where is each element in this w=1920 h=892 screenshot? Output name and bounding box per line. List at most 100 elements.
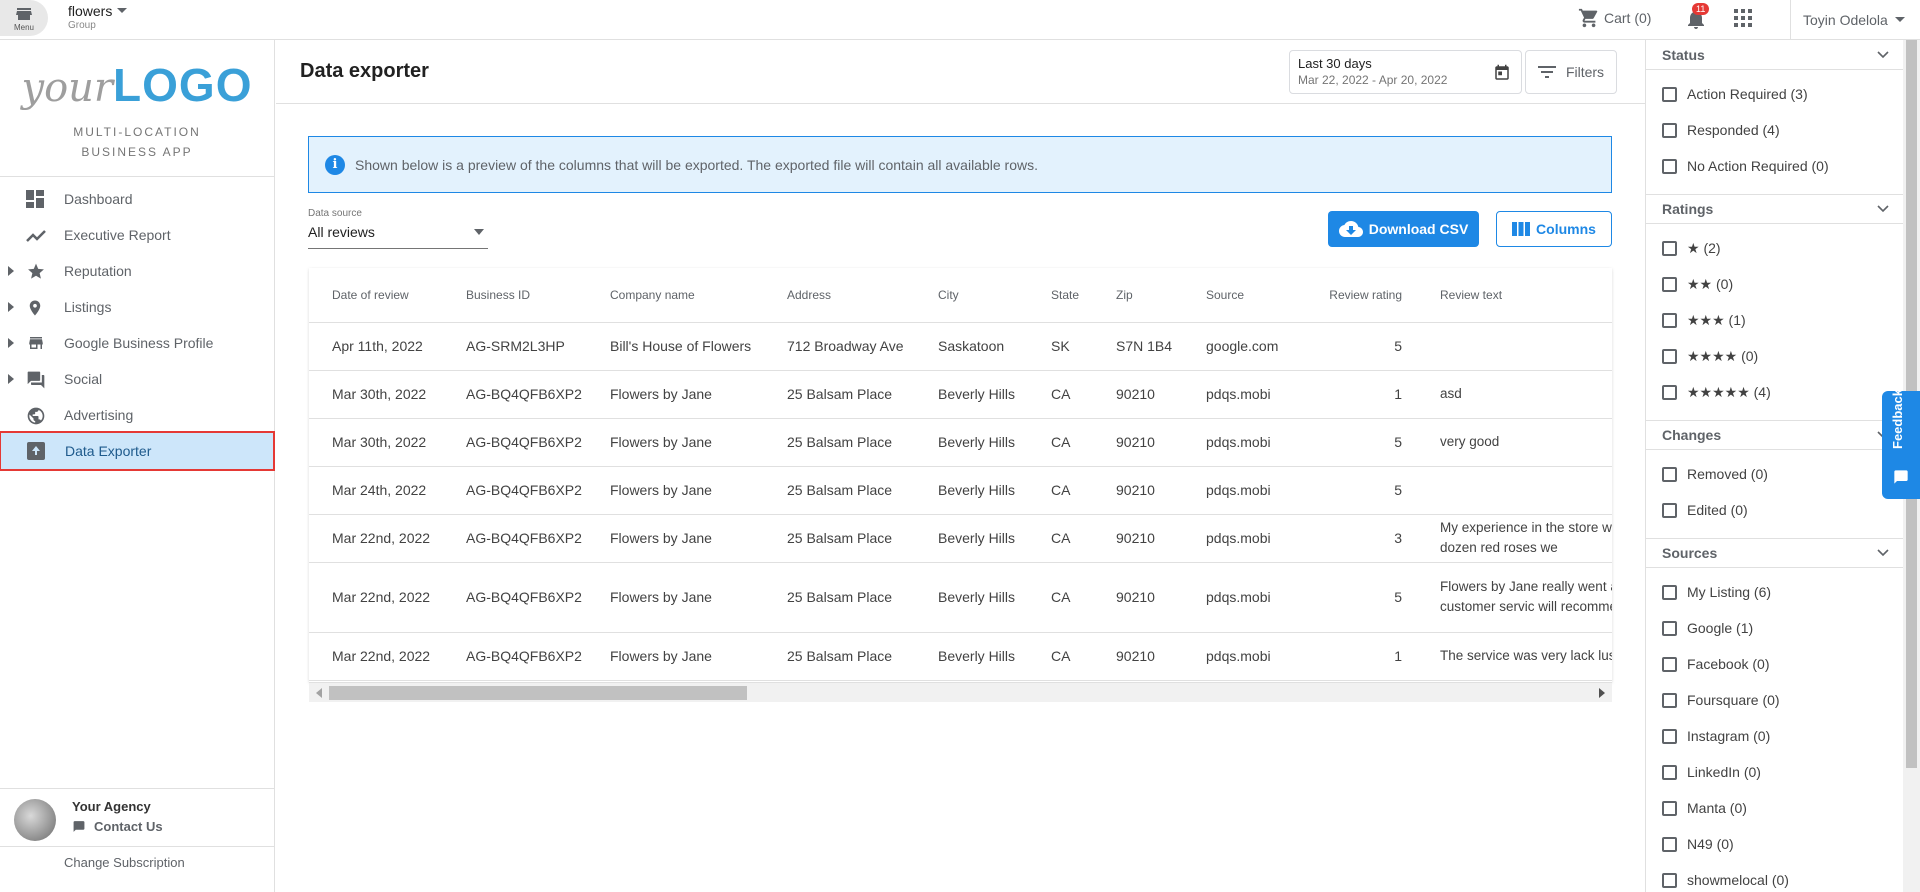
filter-option[interactable]: ★★★ (1) [1646, 302, 1903, 338]
checkbox[interactable] [1662, 656, 1677, 672]
checkbox[interactable] [1662, 872, 1677, 888]
filter-option[interactable]: Removed (0) [1646, 456, 1903, 492]
filter-section-header[interactable]: Changes [1646, 420, 1903, 450]
sidebar-item-social[interactable]: Social [0, 361, 274, 397]
checkbox[interactable] [1662, 764, 1677, 780]
sidebar-item-advertising[interactable]: Advertising [0, 397, 274, 433]
column-header[interactable]: City [938, 268, 1051, 323]
scroll-right-arrow-icon[interactable] [1599, 688, 1605, 698]
filter-option[interactable]: N49 (0) [1646, 826, 1903, 862]
filter-option[interactable]: showmelocal (0) [1646, 862, 1903, 892]
filter-option[interactable]: ★★★★★ (4) [1646, 374, 1903, 410]
apps-grid-button[interactable] [1734, 9, 1752, 27]
filter-option[interactable]: Responded (4) [1646, 112, 1903, 148]
column-header[interactable]: Address [787, 268, 938, 323]
table-cell: Flowers by Jane [610, 370, 787, 419]
table-cell: 712 Broadway Ave [787, 322, 938, 371]
scrollbar-thumb[interactable] [329, 686, 747, 700]
filter-option[interactable]: LinkedIn (0) [1646, 754, 1903, 790]
filter-option[interactable]: Google (1) [1646, 610, 1903, 646]
filter-option[interactable]: My Listing (6) [1646, 574, 1903, 610]
checkbox[interactable] [1662, 240, 1677, 256]
sidebar-item-reputation[interactable]: Reputation [0, 253, 274, 289]
row-spacer [309, 632, 332, 681]
filter-section-header[interactable]: Status [1646, 40, 1903, 70]
checkbox[interactable] [1662, 348, 1677, 364]
checkbox[interactable] [1662, 836, 1677, 852]
checkbox[interactable] [1662, 692, 1677, 708]
filter-section-title: Sources [1662, 545, 1718, 561]
checkbox[interactable] [1662, 384, 1677, 400]
checkbox[interactable] [1662, 728, 1677, 744]
filter-option[interactable]: ★★★★ (0) [1646, 338, 1903, 374]
sidebar-item-dashboard[interactable]: Dashboard [0, 181, 274, 217]
filter-option[interactable]: ★ (2) [1646, 230, 1903, 266]
group-selector[interactable]: flowers Group [68, 3, 128, 31]
date-range-picker[interactable]: Last 30 days Mar 22, 2022 - Apr 20, 2022 [1289, 50, 1522, 94]
menu-button[interactable]: Menu [0, 0, 48, 36]
filter-option[interactable]: ★★ (0) [1646, 266, 1903, 302]
table-cell: CA [1051, 562, 1116, 633]
cart-icon [1578, 8, 1598, 28]
checkbox[interactable] [1662, 466, 1677, 482]
download-csv-button[interactable]: Download CSV [1328, 211, 1479, 247]
sidebar-item-google-business-profile[interactable]: Google Business Profile [0, 325, 274, 361]
caret-right-icon[interactable] [8, 302, 14, 312]
scroll-left-arrow-icon[interactable] [316, 688, 322, 698]
filter-section-header[interactable]: Ratings [1646, 194, 1903, 224]
table-cell: CA [1051, 418, 1116, 467]
checkbox[interactable] [1662, 620, 1677, 636]
column-header[interactable]: Company name [610, 268, 787, 323]
chevron-down-icon[interactable] [1877, 205, 1889, 213]
caret-right-icon[interactable] [8, 374, 14, 384]
table-cell: Flowers by Jane [610, 466, 787, 515]
sidebar-item-label: Executive Report [64, 227, 171, 243]
filter-option[interactable]: Edited (0) [1646, 492, 1903, 528]
sidebar-item-data-exporter[interactable]: Data Exporter [0, 431, 275, 471]
filter-section-header[interactable]: Sources [1646, 538, 1903, 568]
store-icon [29, 337, 43, 349]
sidebar-item-label: Data Exporter [65, 443, 152, 459]
filters-button[interactable]: Filters [1525, 50, 1617, 94]
agency-block: Your Agency Contact Us [0, 788, 274, 846]
filter-section-title: Changes [1662, 427, 1722, 443]
filter-option[interactable]: Facebook (0) [1646, 646, 1903, 682]
feedback-tab[interactable]: Feedback [1882, 389, 1920, 499]
column-header[interactable]: Date of review [332, 268, 466, 323]
column-header[interactable]: State [1051, 268, 1116, 323]
contact-us-link[interactable]: Contact Us [72, 819, 163, 834]
sidebar-item-executive-report[interactable]: Executive Report [0, 217, 274, 253]
data-source-select[interactable]: All reviews [308, 224, 488, 249]
checkbox[interactable] [1662, 502, 1677, 518]
checkbox[interactable] [1662, 86, 1677, 102]
caret-right-icon[interactable] [8, 266, 14, 276]
filter-option[interactable]: Action Required (3) [1646, 76, 1903, 112]
data-source-value: All reviews [308, 224, 375, 240]
columns-button[interactable]: Columns [1496, 211, 1612, 247]
cart-button[interactable]: Cart (0) [1578, 7, 1651, 29]
chevron-down-icon[interactable] [1877, 549, 1889, 557]
checkbox[interactable] [1662, 122, 1677, 138]
filter-option[interactable]: No Action Required (0) [1646, 148, 1903, 184]
filter-option[interactable]: Foursquare (0) [1646, 682, 1903, 718]
change-subscription-link[interactable]: Change Subscription [0, 846, 274, 892]
filter-option[interactable]: Instagram (0) [1646, 718, 1903, 754]
checkbox[interactable] [1662, 584, 1677, 600]
checkbox[interactable] [1662, 312, 1677, 328]
column-header[interactable]: Source [1206, 268, 1304, 323]
brand-logo[interactable]: yourLOGO [0, 60, 274, 111]
chevron-down-icon[interactable] [1877, 50, 1889, 59]
column-header[interactable]: Review rating [1304, 268, 1416, 323]
checkbox[interactable] [1662, 276, 1677, 292]
sidebar-item-listings[interactable]: Listings [0, 289, 274, 325]
checkbox[interactable] [1662, 158, 1677, 174]
column-header[interactable]: Business ID [466, 268, 610, 323]
checkbox[interactable] [1662, 800, 1677, 816]
column-header[interactable]: Review text [1416, 268, 1612, 323]
column-header[interactable]: Zip [1116, 268, 1206, 323]
message-icon [73, 821, 85, 832]
filter-option[interactable]: Manta (0) [1646, 790, 1903, 826]
horizontal-scrollbar[interactable] [309, 682, 1612, 702]
caret-right-icon[interactable] [8, 338, 14, 348]
user-menu[interactable]: Toyin Odelola [1790, 0, 1920, 40]
